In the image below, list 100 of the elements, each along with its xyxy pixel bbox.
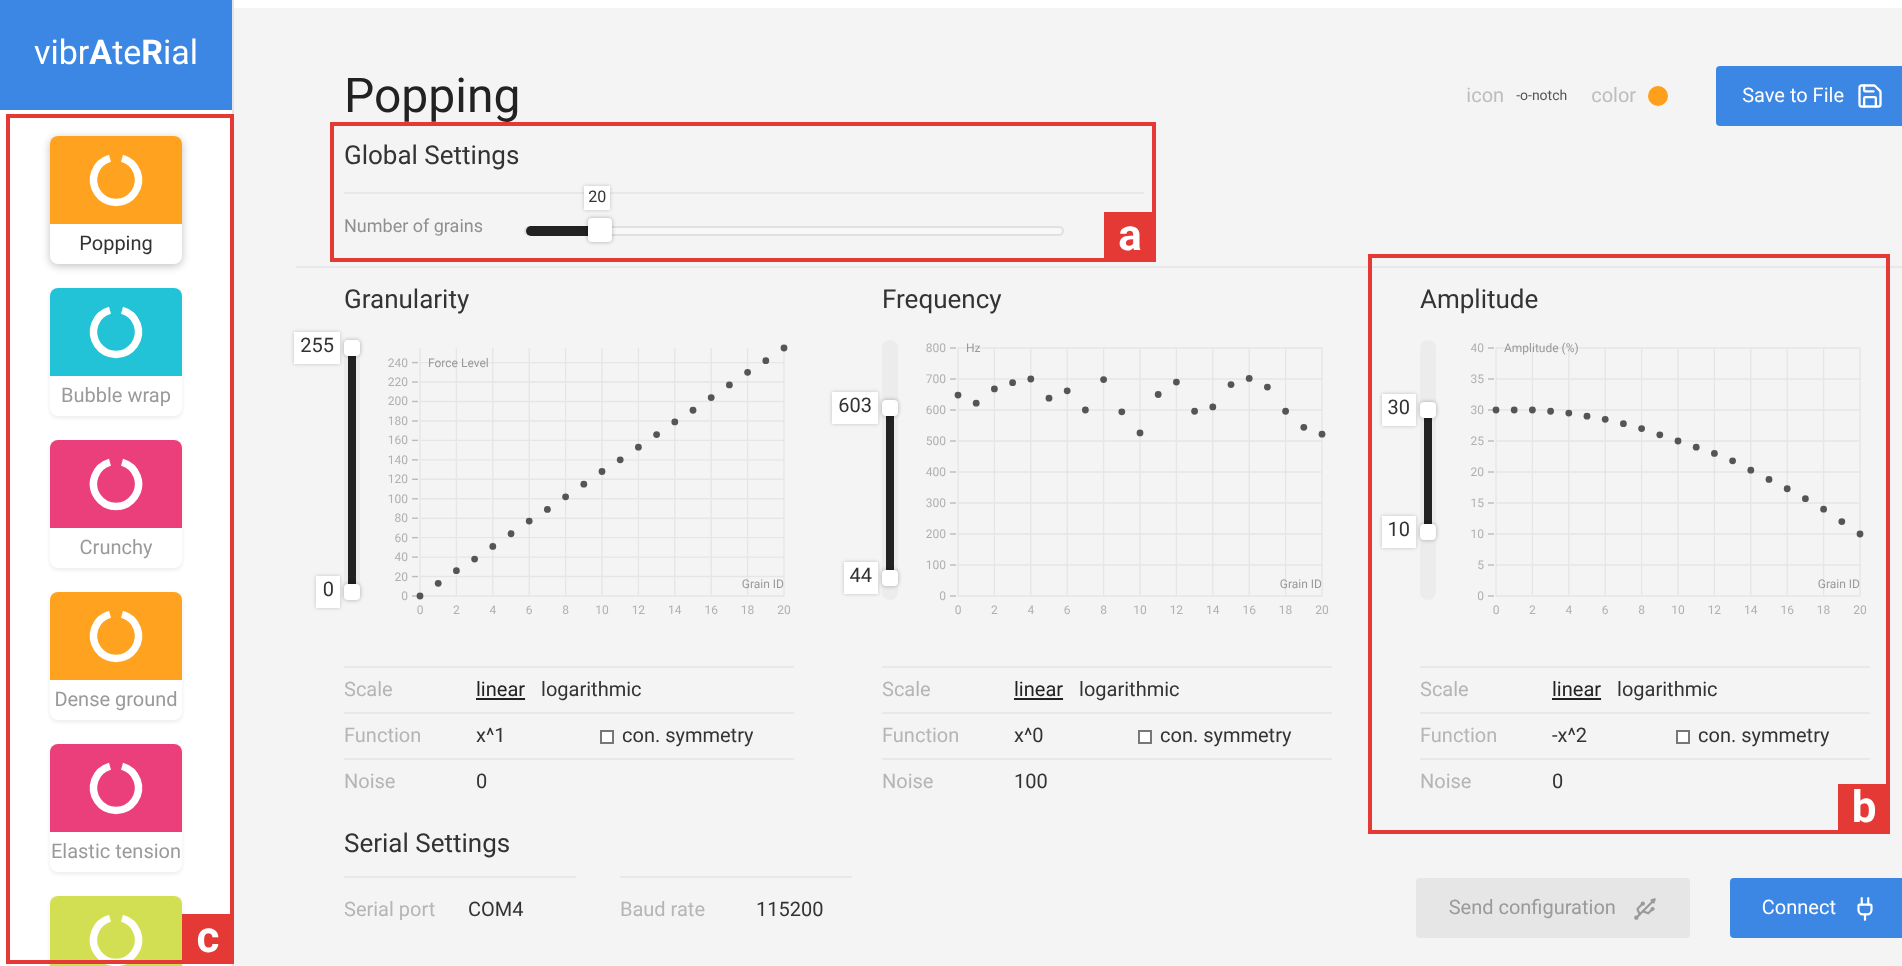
slider-thumb[interactable] bbox=[882, 570, 898, 587]
point bbox=[1082, 406, 1089, 414]
scale-option[interactable]: linear bbox=[476, 675, 526, 705]
preset-label: Crunchy bbox=[79, 535, 153, 563]
point bbox=[726, 381, 733, 389]
setting-label: Scale bbox=[882, 677, 933, 705]
point bbox=[1601, 415, 1609, 423]
point bbox=[544, 506, 551, 513]
point bbox=[707, 394, 715, 401]
point bbox=[1154, 391, 1162, 398]
point bbox=[434, 579, 442, 587]
point bbox=[1009, 379, 1016, 387]
range-max-reading: 603 bbox=[832, 392, 878, 424]
scale-option[interactable]: logarithmic bbox=[541, 675, 642, 705]
point bbox=[1529, 406, 1536, 414]
range-slider-track[interactable] bbox=[1420, 340, 1436, 600]
point bbox=[689, 406, 697, 414]
range-slider-fill bbox=[1424, 417, 1432, 523]
save-to-file-button[interactable]: Save to File bbox=[1716, 66, 1902, 126]
point bbox=[1282, 407, 1289, 415]
point bbox=[1674, 437, 1682, 445]
usb-icon bbox=[1631, 895, 1658, 921]
scale-option[interactable]: logarithmic bbox=[1617, 675, 1718, 705]
scale-option[interactable]: linear bbox=[1014, 675, 1064, 705]
annotation-label: b bbox=[1838, 784, 1890, 834]
symmetry-checkbox[interactable] bbox=[1676, 729, 1690, 743]
ring-icon bbox=[86, 910, 146, 966]
point bbox=[1547, 407, 1554, 415]
checkbox-label: con. symmetry bbox=[622, 723, 754, 751]
point bbox=[1300, 423, 1308, 431]
function-value[interactable]: -x^2 bbox=[1552, 721, 1676, 751]
setting-label: Noise bbox=[344, 769, 398, 797]
slider-thumb[interactable] bbox=[344, 584, 360, 600]
point bbox=[1583, 412, 1591, 420]
point bbox=[1565, 409, 1573, 417]
point bbox=[1264, 383, 1271, 391]
slider-thumb[interactable] bbox=[344, 340, 360, 356]
point bbox=[1638, 425, 1645, 432]
slider-thumb[interactable] bbox=[1420, 523, 1436, 539]
function-value[interactable]: x^0 bbox=[1014, 721, 1138, 751]
ring-icon bbox=[86, 758, 146, 818]
noise-value[interactable]: 0 bbox=[1552, 767, 1564, 797]
point bbox=[1191, 407, 1198, 415]
preset-label: Popping bbox=[79, 231, 153, 259]
annotation-label: a bbox=[1104, 212, 1156, 262]
point bbox=[1838, 518, 1846, 525]
serial-port-value[interactable]: COM4 bbox=[468, 896, 524, 926]
connect-button[interactable]: Connect bbox=[1729, 878, 1902, 938]
slider-thumb[interactable] bbox=[882, 400, 898, 416]
setting-label: Function bbox=[882, 723, 962, 751]
point bbox=[1173, 378, 1180, 386]
slider-thumb[interactable] bbox=[1420, 401, 1436, 417]
point bbox=[616, 456, 624, 464]
point bbox=[744, 368, 751, 376]
section-title: Frequency bbox=[882, 284, 1002, 321]
noise-value[interactable]: 0 bbox=[476, 767, 488, 797]
point bbox=[635, 443, 642, 451]
checkbox-label: con. symmetry bbox=[1698, 723, 1830, 751]
preset-card[interactable]: Popping bbox=[50, 136, 182, 264]
setting-label: Scale bbox=[344, 677, 395, 705]
function-value[interactable]: x^1 bbox=[476, 721, 600, 751]
point bbox=[525, 517, 533, 525]
scale-option[interactable]: logarithmic bbox=[1079, 675, 1180, 705]
preset-label: Dense ground bbox=[54, 687, 178, 715]
annotation-label: c bbox=[182, 914, 234, 964]
point bbox=[1656, 431, 1664, 439]
point bbox=[762, 357, 770, 365]
baud-rate-value[interactable]: 115200 bbox=[756, 896, 824, 926]
section-title: Global Settings bbox=[344, 140, 520, 177]
point bbox=[1209, 403, 1217, 411]
scale-option[interactable]: linear bbox=[1552, 675, 1602, 705]
point bbox=[780, 344, 788, 352]
plug-icon bbox=[1852, 895, 1878, 921]
range-slider-track[interactable] bbox=[344, 340, 360, 600]
point bbox=[671, 418, 679, 426]
noise-value[interactable]: 100 bbox=[1014, 767, 1048, 797]
point bbox=[1027, 375, 1035, 383]
slider-thumb[interactable] bbox=[588, 217, 613, 241]
setting-label: Function bbox=[1420, 723, 1500, 751]
point bbox=[416, 592, 424, 600]
point bbox=[1783, 485, 1791, 493]
symmetry-checkbox[interactable] bbox=[1138, 729, 1152, 743]
ring-icon bbox=[86, 150, 146, 210]
point bbox=[1227, 381, 1235, 388]
range-min-reading: 10 bbox=[1381, 515, 1416, 547]
preset-label: Bubble wrap bbox=[61, 383, 171, 411]
preset-card[interactable] bbox=[50, 896, 182, 966]
point bbox=[1802, 495, 1809, 503]
point bbox=[1492, 406, 1500, 414]
symmetry-checkbox[interactable] bbox=[600, 729, 614, 743]
point bbox=[972, 399, 980, 407]
point bbox=[1510, 406, 1518, 414]
preset-label: Elastic tension bbox=[50, 839, 182, 867]
point bbox=[1620, 420, 1627, 428]
range-min-reading: 0 bbox=[316, 576, 340, 608]
range-slider-track[interactable] bbox=[882, 340, 898, 600]
point bbox=[991, 385, 998, 393]
point bbox=[1245, 374, 1253, 382]
point bbox=[580, 480, 588, 488]
point bbox=[1118, 408, 1126, 416]
